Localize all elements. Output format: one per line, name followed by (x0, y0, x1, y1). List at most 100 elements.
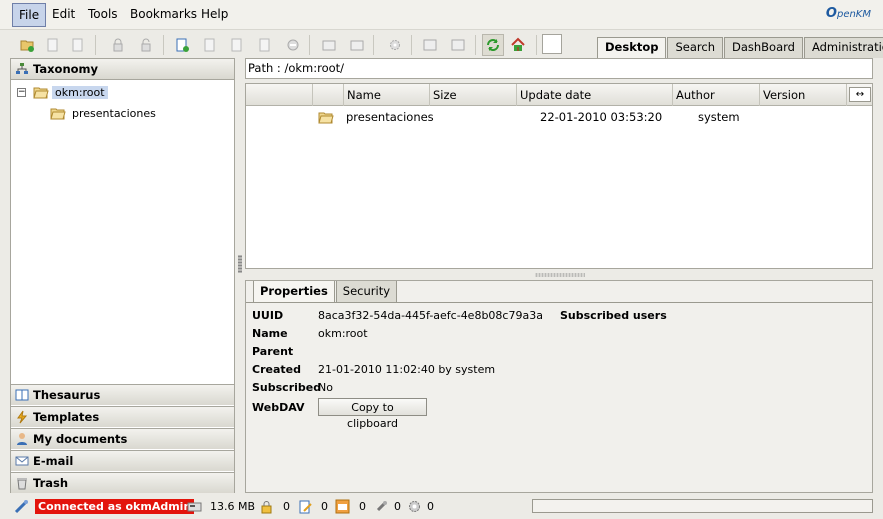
subscribed-users-label: Subscribed users (560, 309, 667, 322)
panel-trash[interactable]: Trash (11, 472, 234, 493)
repository-size: 13.6 MB (210, 500, 256, 513)
table-header: Name Size Update date Author Version ↔ (246, 84, 872, 106)
name-value: okm:root (318, 327, 368, 340)
create-folder-icon[interactable] (16, 34, 38, 56)
subscribed-label: Subscribed (252, 381, 322, 394)
panel-email[interactable]: E-mail (11, 450, 234, 471)
book-icon (15, 389, 29, 401)
menu-help[interactable]: Help (195, 3, 234, 27)
mail-icon[interactable] (335, 499, 350, 514)
col-name[interactable]: Name (344, 84, 430, 106)
table-row[interactable]: presentaciones 22-01-2010 03:53:20 syste… (246, 108, 872, 126)
workspace-tabs: Desktop Search DashBoard Administration (597, 37, 883, 58)
subscriptions-count: 0 (394, 500, 401, 513)
col-update-date[interactable]: Update date (517, 84, 673, 106)
download-pdf-icon[interactable] (346, 34, 368, 56)
cell-updated: 22-01-2010 03:53:20 (540, 110, 663, 124)
expand-columns-icon[interactable]: ↔ (849, 87, 871, 102)
menu-file[interactable]: File (12, 3, 47, 27)
cancel-checkout-icon[interactable] (282, 34, 304, 56)
tree-node-root[interactable]: − okm:root (17, 84, 108, 100)
envelope-icon (15, 456, 29, 466)
mail-count: 0 (359, 500, 366, 513)
col-status[interactable] (246, 84, 313, 106)
navigator-panel: Taxonomy − okm:root presentaciones Thesa… (10, 58, 235, 493)
panel-templates[interactable]: Templates (11, 406, 234, 427)
workflow-gear-icon[interactable] (407, 499, 422, 514)
home-icon[interactable] (507, 34, 529, 56)
delete-icon[interactable] (199, 34, 221, 56)
created-value: 21-01-2010 11:02:40 by system (318, 363, 496, 376)
checkout-count: 0 (321, 500, 328, 513)
uuid-value: 8aca3f32-54da-445f-aefc-4e8b08c79a3a (318, 309, 543, 322)
menu-bookmarks[interactable]: Bookmarks (124, 3, 203, 27)
path-bar: Path : /okm:root/ (245, 58, 873, 79)
horizontal-splitter[interactable] (535, 273, 585, 277)
refresh-icon[interactable] (482, 34, 504, 56)
taxonomy-icon (16, 63, 28, 74)
vertical-splitter[interactable] (238, 255, 242, 273)
checkout-icon[interactable] (298, 499, 313, 514)
tab-dashboard[interactable]: DashBoard (723, 37, 803, 58)
lock-icon[interactable] (107, 34, 129, 56)
uuid-label: UUID (252, 309, 284, 322)
download-icon[interactable] (318, 34, 340, 56)
properties-panel: Properties Security UUID 8aca3f32-54da-4… (245, 280, 873, 493)
copy-to-clipboard-button[interactable]: Copy to clipboard (318, 398, 427, 430)
tree-label-root[interactable]: okm:root (52, 85, 108, 99)
unlock-icon[interactable] (135, 34, 157, 56)
properties-tabs: Properties Security (253, 281, 398, 303)
name-label: Name (252, 327, 288, 340)
user-icon (17, 433, 27, 445)
cell-name: presentaciones (346, 110, 434, 124)
openkm-logo: OpenKM (825, 6, 871, 21)
created-label: Created (252, 363, 301, 376)
col-author[interactable]: Author (673, 84, 760, 106)
subscribed-value: No (318, 381, 333, 394)
add-property-group-icon[interactable] (419, 34, 441, 56)
tab-security[interactable]: Security (335, 281, 398, 303)
folder-open-icon (33, 87, 49, 98)
workflow-count: 0 (427, 500, 434, 513)
collapse-icon[interactable]: − (17, 87, 26, 97)
tree-label-child[interactable]: presentaciones (69, 107, 159, 120)
webdav-label: WebDAV (252, 401, 305, 414)
folder-icon (50, 108, 66, 119)
tab-properties[interactable]: Properties (253, 281, 335, 303)
workflow-gear-icon[interactable] (384, 34, 406, 56)
col-type[interactable] (313, 84, 344, 106)
col-size[interactable]: Size (430, 84, 517, 106)
subscription-icon[interactable] (374, 499, 389, 514)
menu-tools[interactable]: Tools (82, 3, 124, 27)
connection-icon (14, 500, 28, 514)
tab-desktop[interactable]: Desktop (597, 37, 667, 58)
taxonomy-title: Taxonomy (33, 62, 99, 76)
trash-icon (17, 478, 27, 490)
file-browser: Name Size Update date Author Version ↔ p… (245, 83, 873, 269)
taxonomy-header[interactable]: Taxonomy (11, 59, 234, 80)
status-progress-bar (532, 499, 873, 513)
tree-node-child[interactable]: presentaciones (50, 105, 159, 121)
cell-author: system (698, 110, 740, 124)
lock-icon[interactable] (259, 499, 274, 514)
panel-thesaurus[interactable]: Thesaurus (11, 384, 234, 405)
parent-label: Parent (252, 345, 294, 358)
panel-my-documents[interactable]: My documents (11, 428, 234, 449)
add-document-icon[interactable] (171, 34, 193, 56)
remove-property-group-icon[interactable] (447, 34, 469, 56)
checkin-icon[interactable] (254, 34, 276, 56)
folder-icon (318, 112, 334, 124)
menu-bar: File Edit Tools Bookmarks Help OpenKM (0, 0, 883, 30)
toolbar-blank-slot[interactable] (542, 34, 562, 54)
lightning-icon (17, 410, 28, 424)
menu-edit[interactable]: Edit (46, 3, 81, 27)
repository-icon (187, 502, 202, 512)
find-document-icon[interactable] (67, 34, 89, 56)
locked-count: 0 (283, 500, 290, 513)
tab-administration[interactable]: Administration (803, 37, 883, 58)
checkout-icon[interactable] (226, 34, 248, 56)
tab-search[interactable]: Search (667, 37, 723, 58)
find-folder-icon[interactable] (42, 34, 64, 56)
status-bar: Connected as okmAdmin 13.6 MB 0 0 0 0 0 (0, 497, 883, 519)
col-version[interactable]: Version (760, 84, 847, 106)
